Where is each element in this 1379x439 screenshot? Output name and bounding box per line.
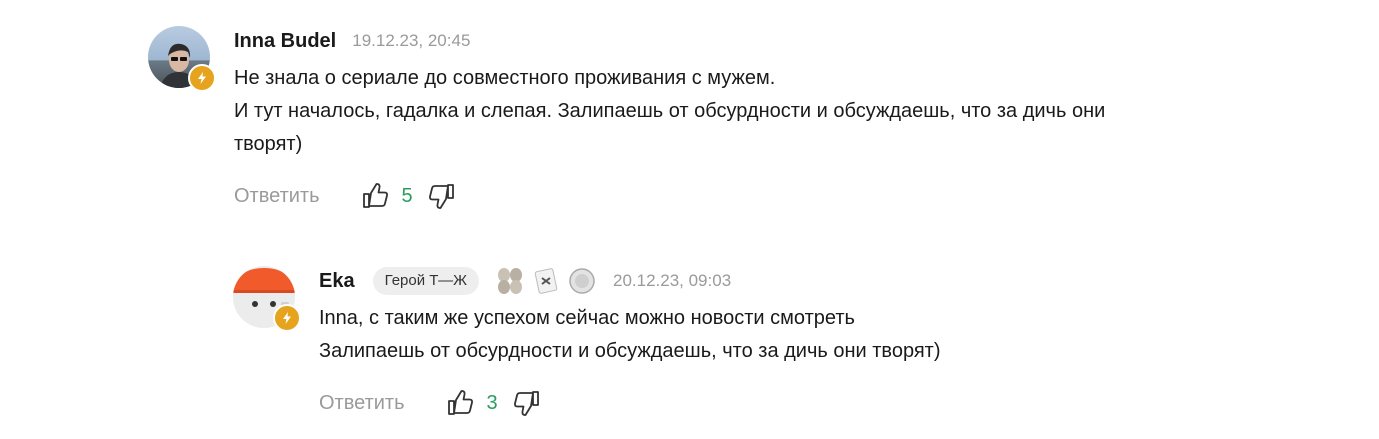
thumb-down-icon[interactable] [512, 388, 542, 418]
award-icon[interactable] [531, 266, 561, 296]
comment-line: И тут началось, гадалка и слепая. Залипа… [234, 100, 1106, 122]
comment-header: Eka Герой Т—Ж 20.12.23, 09:03 [319, 266, 941, 296]
comment-actions: Ответить 5 [234, 181, 1314, 211]
author-name[interactable]: Inna Budel [234, 30, 336, 53]
thumb-up-icon[interactable] [360, 181, 390, 211]
comment-date[interactable]: 19.12.23, 20:45 [352, 31, 470, 51]
role-badge[interactable]: Герой Т—Ж [372, 267, 479, 295]
avatar[interactable] [233, 266, 301, 332]
comment-text: Inna, с таким же успехом сейчас можно но… [319, 302, 941, 368]
reply-button[interactable]: Ответить [234, 185, 320, 208]
award-icon[interactable] [567, 266, 597, 296]
comment-line: Inna, с таким же успехом сейчас можно но… [319, 307, 855, 329]
comment-date[interactable]: 20.12.23, 09:03 [613, 271, 731, 291]
like-count: 5 [401, 184, 413, 207]
thumb-down-icon[interactable] [427, 181, 457, 211]
author-name[interactable]: Eka [319, 270, 355, 293]
thumb-up-icon[interactable] [445, 388, 475, 418]
comment-header: Inna Budel 19.12.23, 20:45 [234, 26, 1314, 56]
reply-button[interactable]: Ответить [319, 392, 405, 415]
comment-line: творят) [234, 133, 303, 155]
avatar[interactable] [148, 26, 216, 92]
comment-body: Eka Герой Т—Ж 20.12.23, 09:03 Inna, с та… [319, 266, 941, 418]
comment-text: Не знала о сериале до совместного прожив… [234, 62, 1314, 161]
comment-body: Inna Budel 19.12.23, 20:45 Не знала о се… [234, 26, 1314, 211]
comment-actions: Ответить 3 [319, 388, 941, 418]
award-icon[interactable] [495, 266, 525, 296]
like-count: 3 [486, 391, 498, 414]
comment-line: Не знала о сериале до совместного прожив… [234, 67, 776, 89]
comment-line: Залипаешь от обсурдности и обсуждаешь, ч… [319, 340, 941, 362]
lightning-badge-icon [188, 64, 216, 92]
lightning-badge-icon [273, 304, 301, 332]
awards [495, 266, 597, 296]
